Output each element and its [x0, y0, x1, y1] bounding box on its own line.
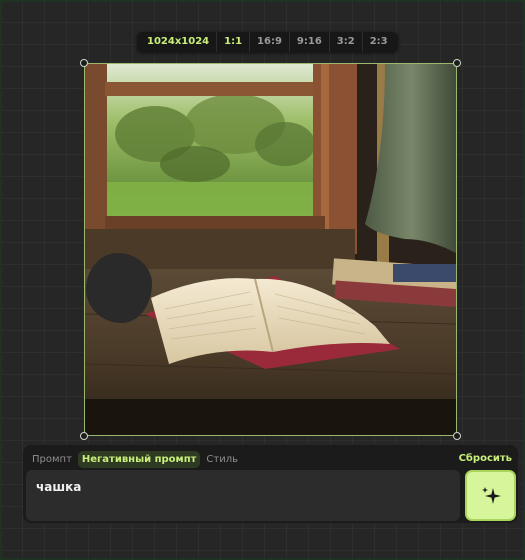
tab-style[interactable]: Стиль — [202, 451, 242, 468]
ratio-3-2[interactable]: 3:2 — [328, 32, 362, 52]
generate-button[interactable] — [465, 470, 516, 521]
image-canvas[interactable] — [84, 63, 457, 436]
prompt-tabs: Промпт Негативный промпт Стиль — [28, 451, 244, 468]
ratio-2-3[interactable]: 2:3 — [361, 32, 395, 52]
reset-button[interactable]: Сбросить — [459, 453, 512, 464]
prompt-panel: Промпт Негативный промпт Стиль Сбросить … — [23, 445, 518, 523]
tab-prompt[interactable]: Промпт — [28, 451, 76, 468]
ratio-16-9[interactable]: 16:9 — [249, 32, 289, 52]
resize-handle-bottom-left[interactable] — [80, 432, 88, 440]
sparkle-icon — [481, 486, 501, 504]
ratio-9-16[interactable]: 9:16 — [288, 32, 329, 52]
tab-negative-prompt[interactable]: Негативный промпт — [77, 451, 201, 468]
resize-handle-top-right[interactable] — [453, 59, 461, 67]
prompt-input[interactable]: чашка — [26, 470, 460, 521]
aspect-ratio-bar: 1024x1024 1:1 16:9 9:16 3:2 2:3 — [137, 32, 398, 52]
ratio-1-1[interactable]: 1:1 — [216, 32, 249, 52]
resize-handle-bottom-right[interactable] — [453, 432, 461, 440]
resize-handle-top-left[interactable] — [80, 59, 88, 67]
generated-image — [85, 64, 456, 435]
ratio-1024x1024[interactable]: 1024x1024 — [140, 32, 216, 52]
mask-area — [86, 253, 152, 323]
